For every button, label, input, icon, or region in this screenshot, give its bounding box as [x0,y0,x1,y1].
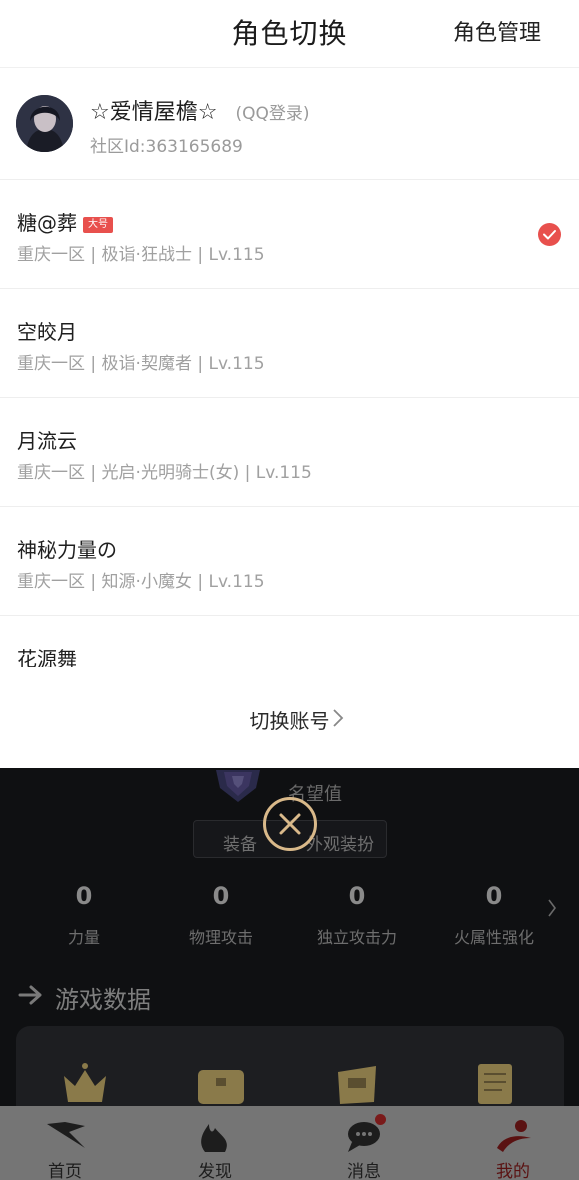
role-item[interactable]: 空皎月 重庆一区 | 极诣·契魔者 | Lv.115 [0,289,579,398]
nav-item-home[interactable]: 首页 [10,1106,120,1180]
nav-label: 发现 [198,1162,232,1180]
role-name: 月流云 [17,429,77,453]
nav-item-messages[interactable]: 消息 [309,1106,419,1180]
role-name: 糖@葬 [17,211,77,235]
role-name-row: 糖@葬 大号 [17,207,113,236]
role-info: 重庆一区 | 极诣·狂战士 | Lv.115 [17,245,265,265]
role-switch-sheet: 角色切换 角色管理 ☆爱情屋檐☆ (QQ登录) 社区Id:363165689 糖@… [0,0,579,768]
close-button[interactable] [263,797,317,851]
nav-item-mine[interactable]: 我的 [458,1106,568,1180]
stat-value: 0 [212,882,230,910]
role-info: 重庆一区 | 知源·小魔女 | Lv.115 [17,572,265,592]
check-icon [538,223,561,246]
stat-label: 力量 [67,928,100,947]
stat-label: 物理攻击 [188,928,253,947]
stat-independent-attack: 0 独立攻击力 [287,882,427,948]
arrow-right-icon [18,984,44,1010]
stats-more-chevron-icon[interactable] [547,898,557,922]
role-name: 花源舞 [17,647,77,667]
avatar [16,95,73,152]
stat-label: 火属性强化 [453,928,534,947]
community-id: 社区Id:363165689 [90,137,243,157]
switch-account-button[interactable]: 切换账号 [0,668,579,768]
discover-flame-icon [201,1124,227,1152]
message-badge-dot [375,1114,386,1125]
main-role-badge: 大号 [83,217,113,233]
nav-item-discover[interactable]: 发现 [160,1106,270,1180]
stat-physical-attack: 0 物理攻击 [151,882,291,948]
account-name: ☆爱情屋檐☆ [90,100,218,125]
scroll-icon[interactable] [472,1062,518,1110]
stat-fire-enhance: 0 火属性强化 [424,882,564,948]
account-name-row: ☆爱情屋檐☆ (QQ登录) [90,94,309,126]
chest-icon[interactable] [196,1062,246,1110]
sheet-header: 角色切换 角色管理 [0,0,579,68]
stat-value: 0 [485,882,503,910]
role-list: 糖@葬 大号 重庆一区 | 极诣·狂战士 | Lv.115 空皎月 重庆一区 | … [0,180,579,667]
crown-icon[interactable] [62,1062,108,1110]
switch-account-label: 切换账号 [249,709,330,733]
role-name: 空皎月 [17,320,77,344]
stat-label: 独立攻击力 [316,928,397,947]
role-item[interactable]: 花源舞 [0,616,579,667]
home-wing-icon [47,1122,85,1148]
profile-icon [497,1120,531,1152]
tab-equipment[interactable]: 装备 [223,830,257,855]
nav-label: 首页 [48,1162,82,1180]
role-manage-button[interactable]: 角色管理 [453,15,541,47]
role-item[interactable]: 神秘力量の 重庆一区 | 知源·小魔女 | Lv.115 [0,507,579,616]
stat-value: 0 [75,882,93,910]
treasure-box-icon[interactable] [334,1062,380,1110]
role-item[interactable]: 月流云 重庆一区 | 光启·光明骑士(女) | Lv.115 [0,398,579,507]
role-info: 重庆一区 | 极诣·契魔者 | Lv.115 [17,354,265,374]
nav-label: 我的 [496,1162,530,1180]
bottom-nav: 首页 发现 消息 我的 [0,1106,579,1180]
rank-emblem-icon [210,770,266,808]
stat-value: 0 [348,882,366,910]
account-info: ☆爱情屋檐☆ (QQ登录) 社区Id:363165689 [0,68,579,180]
stat-strength: 0 力量 [14,882,154,948]
login-type: (QQ登录) [235,104,310,124]
role-info: 重庆一区 | 光启·光明骑士(女) | Lv.115 [17,463,312,483]
role-item[interactable]: 糖@葬 大号 重庆一区 | 极诣·狂战士 | Lv.115 [0,180,579,289]
role-name: 神秘力量の [17,538,117,562]
tab-appearance[interactable]: 外观装扮 [306,830,374,855]
section-title-game-data: 游戏数据 [55,986,151,1014]
close-icon [279,813,301,835]
nav-label: 消息 [347,1162,381,1180]
chevron-right-icon [333,709,344,727]
